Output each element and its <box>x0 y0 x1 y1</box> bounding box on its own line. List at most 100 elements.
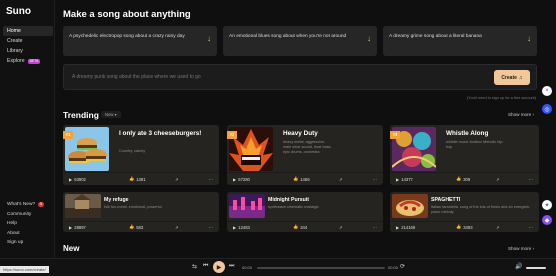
share-button[interactable]: ↗ <box>496 177 500 182</box>
volume-slider[interactable] <box>526 267 546 269</box>
thumbs-up-icon: 👍 <box>129 176 135 181</box>
sidebar-item-label: Sign up <box>7 240 24 245</box>
next-icon[interactable]: ⏭ <box>229 263 234 270</box>
cover-art <box>65 194 101 218</box>
trending-period-value: Now <box>105 112 114 117</box>
chevron-down-icon: ▾ <box>114 112 117 117</box>
play-icon: ▶ <box>233 176 237 182</box>
song-title[interactable]: Heavy Duty <box>283 130 379 138</box>
create-button-label: Create <box>501 74 517 81</box>
song-card[interactable]: #3 Whistle Along whistle music footbox M… <box>390 125 539 185</box>
previous-icon[interactable]: ⏮ <box>203 263 208 270</box>
sidebar: Suno Home Create Library Explore BETA Wha… <box>0 0 55 276</box>
prompt-suggestion-card[interactable]: A dreamy grime song about a literal bana… <box>383 26 537 56</box>
shuffle-icon[interactable]: ⇆ <box>192 263 197 270</box>
more-icon: ⋯ <box>372 176 377 182</box>
rank-badge: #1 <box>63 131 73 139</box>
play-button[interactable]: ▶ 12483 <box>233 225 250 230</box>
like-count: 344 <box>300 224 308 230</box>
sidebar-item-community[interactable]: Community <box>3 210 53 220</box>
sidebar-item-label: Explore <box>7 58 25 64</box>
play-button[interactable]: ▶ 14377 <box>396 177 413 182</box>
more-options-button[interactable]: ⋯ <box>209 177 213 182</box>
share-button[interactable]: ↗ <box>175 177 179 182</box>
play-button[interactable]: ▶ 214169 <box>396 225 415 230</box>
volume-icon[interactable]: 🔊 <box>515 263 522 270</box>
arrow-down-icon: ↓ <box>367 34 371 43</box>
play-count: 214169 <box>401 224 416 230</box>
create-button[interactable]: Create ♫ <box>494 70 530 85</box>
like-button[interactable]: 👍 1469 <box>293 176 310 182</box>
song-card[interactable]: SPAGHETTI Italian tarantella, song of th… <box>390 192 539 232</box>
page-title: Make a song about anything <box>63 9 191 20</box>
signup-hint: (You'll need to sign up for a free accou… <box>467 96 536 100</box>
song-title[interactable]: My refuge <box>104 197 214 203</box>
share-button[interactable]: ↗ <box>339 177 343 182</box>
prompt-suggestion-card[interactable]: A psychedelic electropop song about a cr… <box>63 26 217 56</box>
like-button[interactable]: 👍 344 <box>293 224 307 230</box>
arrow-down-icon: ↓ <box>207 34 211 43</box>
play-icon: ▶ <box>69 224 73 230</box>
song-prompt-box: Create ♫ <box>63 64 537 90</box>
song-title[interactable]: Midnight Pursuit <box>268 197 378 203</box>
sidebar-item-create[interactable]: Create <box>3 36 53 46</box>
like-button[interactable]: 👍 309 <box>456 176 470 182</box>
suno-logo[interactable]: Suno <box>6 6 31 17</box>
sidebar-item-library[interactable]: Library <box>3 46 53 56</box>
show-more-label: Show more <box>507 112 532 117</box>
song-card[interactable]: My refuge folk fox-metal, emotional, pow… <box>63 192 219 232</box>
song-prompt-input[interactable] <box>72 74 452 80</box>
song-card[interactable]: #2 Heavy Duty heavy metal, aggressive, m… <box>227 125 383 185</box>
sidebar-item-label: Library <box>7 48 23 54</box>
more-icon: ⋯ <box>528 224 533 230</box>
like-button[interactable]: 👍 3493 <box>456 224 473 230</box>
sidebar-item-explore[interactable]: Explore BETA <box>3 56 53 66</box>
assistant-icon[interactable]: ◎ <box>542 104 552 114</box>
song-title[interactable]: SPAGHETTI <box>431 197 535 203</box>
trending-period-select[interactable]: Now ▾ <box>101 111 121 118</box>
play-button[interactable]: ▶ 67280 <box>233 177 250 182</box>
show-more-trending[interactable]: Show more › <box>508 112 534 117</box>
thumbs-up-icon: 👍 <box>293 224 299 229</box>
sidebar-item-about[interactable]: About <box>3 229 53 239</box>
song-title[interactable]: Whistle Along <box>446 130 536 138</box>
play-count: 67280 <box>238 176 250 182</box>
sidebar-nav: Home Create Library Explore BETA <box>3 26 53 66</box>
song-card[interactable]: #1 I only ate 3 cheeseburgers! Country, … <box>63 125 219 185</box>
song-card[interactable]: Midnight Pursuit synthwave cinematic nos… <box>227 192 383 232</box>
like-button[interactable]: 👍 1391 <box>129 176 146 182</box>
play-icon: ▶ <box>216 264 222 271</box>
play-button[interactable]: ▶ 28897 <box>69 225 86 230</box>
repeat-icon[interactable]: ⟳ <box>400 263 405 270</box>
sidebar-item-help[interactable]: Help <box>3 219 53 229</box>
close-icon[interactable]: × <box>542 86 552 96</box>
song-stats: ▶ 67280 👍 1469 ↗ ⋯ <box>227 172 383 185</box>
thumbs-up-icon: 👍 <box>293 176 299 181</box>
share-button[interactable]: ↗ <box>496 225 500 230</box>
sidebar-item-sign-up[interactable]: Sign up <box>3 238 53 248</box>
share-button[interactable]: ↗ <box>175 225 179 230</box>
show-more-new[interactable]: Show more › <box>508 246 534 251</box>
extension-icon[interactable]: ◆ <box>542 215 552 225</box>
sidebar-item-home[interactable]: Home <box>3 26 53 36</box>
song-title[interactable]: I only ate 3 cheeseburgers! <box>119 130 215 138</box>
prompt-suggestion-card[interactable]: An emotional blues song about when you'r… <box>223 26 377 56</box>
suno-logo-text: Suno <box>6 6 31 17</box>
chevron-right-icon: › <box>532 246 534 251</box>
more-options-button[interactable]: ⋯ <box>529 177 533 182</box>
sidebar-bottom-nav: What's New? 5 Community Help About Sign u… <box>3 200 53 248</box>
more-icon: ⋯ <box>208 224 213 230</box>
song-tags: Country, catchy <box>119 149 146 153</box>
sidebar-item-whats-new[interactable]: What's New? 5 <box>3 200 53 210</box>
play-pause-button[interactable]: ▶ <box>213 261 225 273</box>
play-button[interactable]: ▶ 63902 <box>69 177 86 182</box>
extension-icon[interactable]: ✦ <box>542 200 552 210</box>
like-button[interactable]: 👍 583 <box>129 224 143 230</box>
cover-art <box>229 194 265 218</box>
share-button[interactable]: ↗ <box>339 225 343 230</box>
more-options-button[interactable]: ⋯ <box>373 177 377 182</box>
more-options-button[interactable]: ⋯ <box>209 225 213 230</box>
more-options-button[interactable]: ⋯ <box>529 225 533 230</box>
more-options-button[interactable]: ⋯ <box>373 225 377 230</box>
progress-bar[interactable] <box>257 267 385 269</box>
